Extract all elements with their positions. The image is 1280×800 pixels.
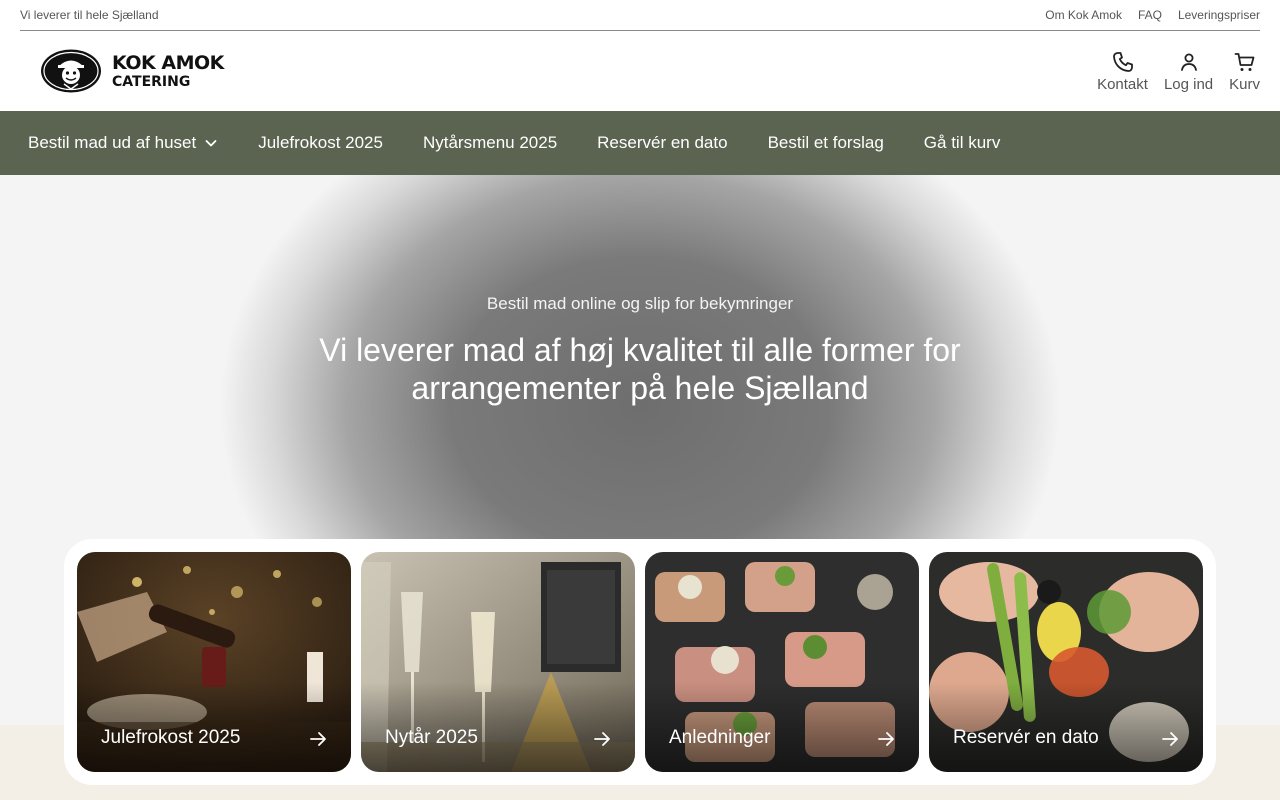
arrow-right-icon <box>310 732 326 746</box>
cart-button[interactable]: Kurv <box>1229 50 1260 93</box>
top-links: Om Kok Amok FAQ Leveringspriser <box>1045 8 1260 22</box>
main-nav: Bestil mad ud af huset Julefrokost 2025 … <box>0 111 1280 175</box>
delivery-tagline: Vi leverer til hele Sjælland <box>20 8 159 22</box>
card-label: Julefrokost 2025 <box>101 727 241 748</box>
nav-christmas-lunch[interactable]: Julefrokost 2025 <box>258 133 383 153</box>
hero-title: Vi leverer mad af høj kvalitet til alle … <box>319 332 961 406</box>
contact-button[interactable]: Kontakt <box>1097 50 1148 93</box>
cart-label: Kurv <box>1229 75 1260 93</box>
brand-subname: CATERING <box>112 73 191 90</box>
card-label: Reservér en dato <box>953 727 1099 748</box>
hero-subtitle: Bestil mad online og slip for bekymringe… <box>486 294 794 313</box>
arrow-right-icon <box>594 732 610 746</box>
brand-wordmark: KOK AMOK CATERING <box>112 51 224 90</box>
nav-new-year-menu[interactable]: Nytårsmenu 2025 <box>423 133 557 153</box>
delivery-prices-link[interactable]: Leveringspriser <box>1178 8 1260 22</box>
contact-label: Kontakt <box>1097 75 1148 93</box>
card-label: Anledninger <box>669 727 771 748</box>
nav-order-food-label: Bestil mad ud af huset <box>28 133 197 152</box>
phone-icon <box>1112 51 1133 72</box>
user-icon <box>1180 53 1197 71</box>
brand-logo[interactable]: KOK AMOK CATERING <box>40 49 224 93</box>
card-occasions[interactable]: Anledninger <box>645 552 919 772</box>
login-button[interactable]: Log ind <box>1164 50 1213 93</box>
chef-logo-icon <box>41 49 101 93</box>
chevron-down-icon <box>205 140 217 147</box>
site-header: KOK AMOK CATERING Kontakt Log ind Kurv <box>0 31 1280 111</box>
arrow-right-icon <box>878 732 894 746</box>
arrow-right-icon <box>1162 732 1178 746</box>
nav-reserve-date[interactable]: Reservér en dato <box>597 133 727 153</box>
login-label: Log ind <box>1163 75 1214 93</box>
top-bar: Vi leverer til hele Sjælland Om Kok Amok… <box>20 0 1260 31</box>
faq-link[interactable]: FAQ <box>1138 8 1162 22</box>
nav-go-to-cart[interactable]: Gå til kurv <box>924 133 1001 153</box>
about-link[interactable]: Om Kok Amok <box>1045 8 1122 22</box>
brand-name: KOK AMOK <box>112 51 224 74</box>
card-christmas-lunch[interactable]: Julefrokost 2025 <box>77 552 351 772</box>
category-cards: Julefrokost 2025 Nytår 2025 Anledninger … <box>64 539 1216 785</box>
header-actions: Kontakt Log ind Kurv <box>1097 50 1260 93</box>
cart-icon <box>1234 52 1254 71</box>
nav-order-food[interactable]: Bestil mad ud af huset <box>28 133 218 153</box>
card-label: Nytår 2025 <box>385 727 478 748</box>
card-reserve-date[interactable]: Reservér en dato <box>929 552 1203 772</box>
nav-order-proposal[interactable]: Bestil et forslag <box>768 133 884 153</box>
card-new-year[interactable]: Nytår 2025 <box>361 552 635 772</box>
